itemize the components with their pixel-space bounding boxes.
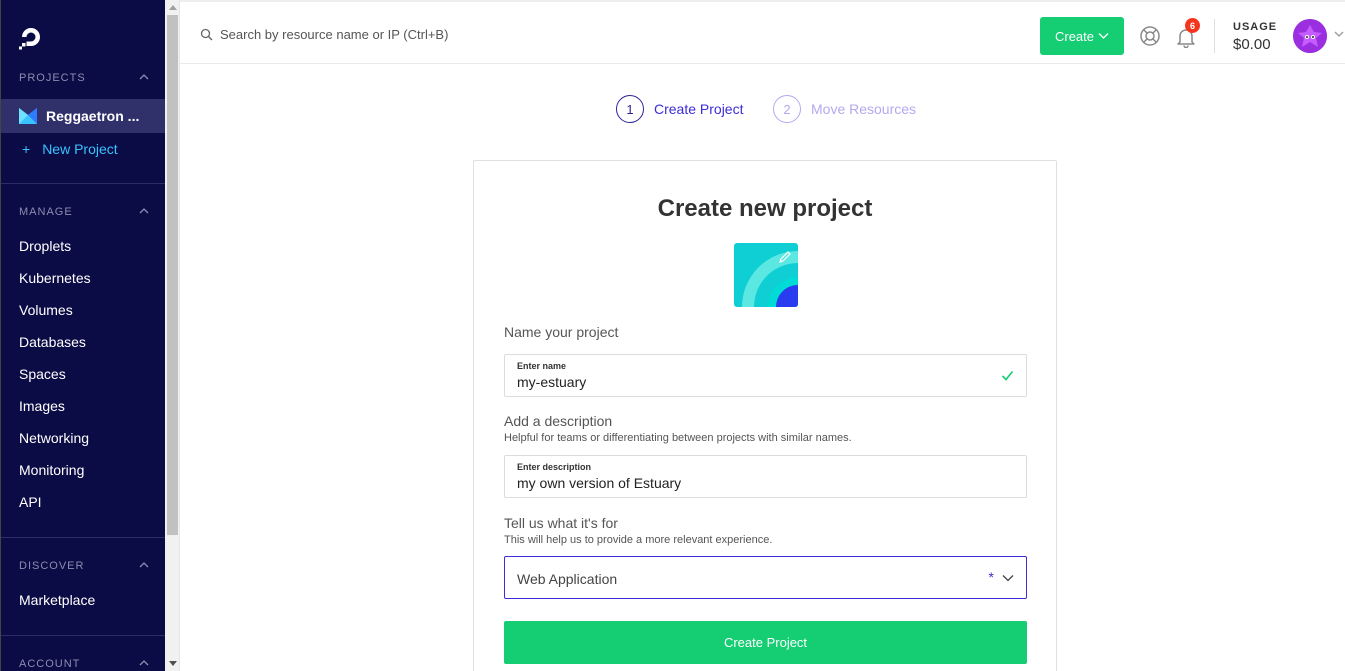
chevron-up-icon[interactable] [139, 658, 149, 668]
chevron-down-icon [1002, 575, 1014, 582]
step-create-project: 1 Create Project [616, 95, 743, 123]
new-project-label: New Project [42, 141, 118, 157]
sidebar-item-api[interactable]: API [19, 494, 42, 510]
plus-icon: + [22, 141, 31, 157]
new-project-link[interactable]: + New Project [22, 141, 118, 157]
sidebar-item-marketplace[interactable]: Marketplace [19, 592, 95, 608]
step-number: 2 [773, 95, 801, 123]
checkmark-icon [1001, 370, 1014, 381]
help-lifebuoy-icon[interactable] [1139, 25, 1161, 47]
create-button[interactable]: Create [1040, 17, 1124, 55]
create-project-card: Create new project Name your project Ent… [473, 160, 1057, 671]
usage-label: USAGE [1233, 21, 1278, 33]
edit-pencil-icon[interactable] [778, 250, 792, 264]
description-section-label: Add a description [504, 413, 613, 429]
sidebar-item-databases[interactable]: Databases [19, 334, 86, 350]
search-input[interactable] [220, 20, 640, 48]
page-title: Create new project [657, 195, 873, 222]
topbar-separator [1214, 19, 1215, 53]
name-section-label: Name your project [504, 324, 619, 340]
sidebar-item-kubernetes[interactable]: Kubernetes [19, 270, 91, 286]
sidebar-item-droplets[interactable]: Droplets [19, 238, 71, 254]
sidebar-divider [1, 537, 166, 538]
step-label: Create Project [654, 101, 744, 117]
active-project-label: Reggaetron ... [46, 108, 140, 124]
sidebar-item-monitoring[interactable]: Monitoring [19, 462, 84, 478]
account-header: ACCOUNT [19, 658, 81, 670]
step-move-resources: 2 Move Resources [773, 95, 916, 123]
project-image-picker[interactable] [734, 243, 798, 307]
app-root: PROJECTS Reggaetron ... + New Project MAN… [0, 0, 1345, 671]
purpose-select-value: Web Application [517, 571, 618, 587]
project-name-input[interactable]: my-estuary [517, 374, 997, 390]
sidebar-divider [1, 635, 166, 636]
avatar[interactable] [1293, 19, 1327, 53]
create-project-button[interactable]: Create Project [504, 621, 1027, 664]
name-field-label: Enter name [517, 361, 567, 371]
chevron-up-icon[interactable] [139, 72, 149, 82]
usage-value: $0.00 [1233, 36, 1271, 53]
avatar-creature-icon [1293, 19, 1327, 53]
projects-header: PROJECTS [19, 72, 86, 84]
project-name-field[interactable]: Enter name my-estuary [504, 354, 1027, 397]
project-description-field[interactable]: Enter description my own version of Estu… [504, 455, 1027, 498]
purpose-section-label: Tell us what it's for [504, 515, 618, 531]
create-button-label: Create [1054, 28, 1095, 44]
description-field-label: Enter description [517, 462, 592, 472]
required-marker: * [988, 569, 994, 585]
search-icon [200, 28, 213, 41]
manage-header: MANAGE [19, 206, 73, 218]
sidebar-item-spaces[interactable]: Spaces [19, 366, 66, 382]
chevron-up-icon[interactable] [139, 206, 149, 216]
create-project-button-label: Create Project [723, 635, 808, 650]
digitalocean-logo-icon[interactable] [18, 24, 46, 52]
project-description-input[interactable]: my own version of Estuary [517, 475, 997, 491]
sidebar: PROJECTS Reggaetron ... + New Project MAN… [0, 0, 166, 671]
scrollbar-thumb[interactable] [167, 15, 178, 535]
sidebar-scrollbar[interactable] [165, 0, 180, 671]
purpose-help-text: This will help us to provide a more rele… [504, 534, 773, 546]
chevron-up-icon[interactable] [139, 560, 149, 570]
notification-badge: 6 [1185, 18, 1200, 33]
discover-header: DISCOVER [19, 560, 85, 572]
sidebar-divider [1, 183, 166, 184]
sidebar-item-images[interactable]: Images [19, 398, 65, 414]
topbar: Create 6 USAGE $0.00 [180, 0, 1345, 64]
chevron-down-icon[interactable] [1334, 30, 1344, 38]
sidebar-item-volumes[interactable]: Volumes [19, 302, 73, 318]
chevron-down-icon [1098, 33, 1109, 39]
scroll-down-arrow-icon[interactable] [169, 661, 177, 666]
purpose-select[interactable]: Web Application * [504, 556, 1027, 599]
sidebar-item-active-project[interactable]: Reggaetron ... [1, 99, 166, 133]
sidebar-item-networking[interactable]: Networking [19, 430, 89, 446]
step-label: Move Resources [811, 101, 917, 117]
step-number: 1 [616, 95, 644, 123]
scroll-up-arrow-icon[interactable] [169, 5, 177, 10]
project-icon [19, 108, 37, 124]
description-help-text: Helpful for teams or differentiating bet… [504, 432, 852, 444]
